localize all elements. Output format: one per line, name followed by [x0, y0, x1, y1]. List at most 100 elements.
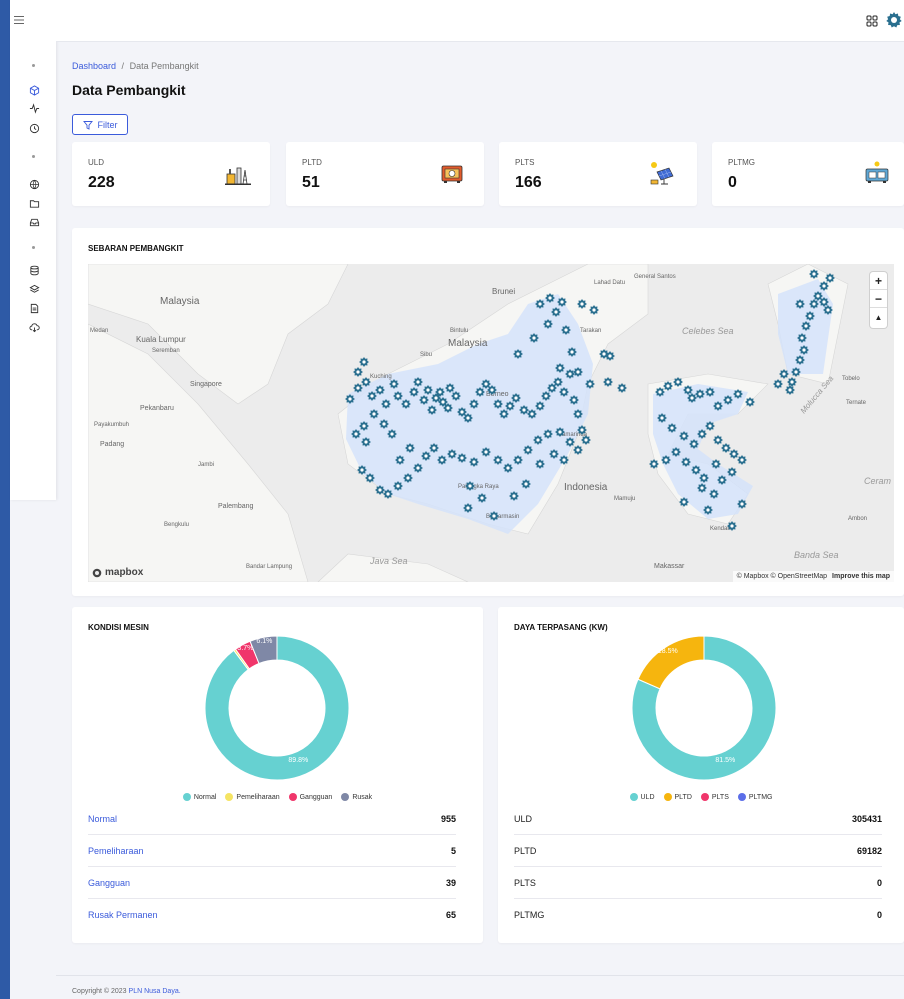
document-icon[interactable] — [28, 302, 40, 314]
plant-marker-icon[interactable] — [405, 443, 415, 453]
plant-marker-icon[interactable] — [513, 455, 523, 465]
plant-marker-icon[interactable] — [493, 399, 503, 409]
plant-marker-icon[interactable] — [413, 463, 423, 473]
database-icon[interactable] — [28, 264, 40, 276]
plant-marker-icon[interactable] — [521, 479, 531, 489]
legend-item-gangguan[interactable]: Gangguan — [288, 793, 332, 801]
plant-marker-icon[interactable] — [419, 395, 429, 405]
compass-button[interactable]: ▲ — [870, 308, 887, 326]
plant-marker-icon[interactable] — [475, 387, 485, 397]
plant-marker-icon[interactable] — [443, 403, 453, 413]
plant-marker-icon[interactable] — [351, 429, 361, 439]
mapbox-logo[interactable]: mapbox — [92, 567, 143, 578]
plant-marker-icon[interactable] — [499, 409, 509, 419]
plant-marker-icon[interactable] — [359, 421, 369, 431]
plant-marker-icon[interactable] — [359, 357, 369, 367]
plant-marker-icon[interactable] — [565, 369, 575, 379]
plant-marker-icon[interactable] — [779, 369, 789, 379]
plant-marker-icon[interactable] — [541, 391, 551, 401]
plant-marker-icon[interactable] — [505, 401, 515, 411]
plant-marker-icon[interactable] — [463, 413, 473, 423]
plant-marker-icon[interactable] — [819, 297, 829, 307]
plant-marker-icon[interactable] — [503, 463, 513, 473]
plant-marker-icon[interactable] — [791, 367, 801, 377]
plant-marker-icon[interactable] — [691, 465, 701, 475]
plant-marker-icon[interactable] — [795, 299, 805, 309]
plant-marker-icon[interactable] — [469, 457, 479, 467]
plant-marker-icon[interactable] — [551, 307, 561, 317]
plant-marker-icon[interactable] — [673, 377, 683, 387]
globe-icon[interactable] — [28, 178, 40, 190]
breadcrumb-dashboard-link[interactable]: Dashboard — [72, 61, 116, 71]
plant-marker-icon[interactable] — [357, 465, 367, 475]
plant-marker-icon[interactable] — [729, 449, 739, 459]
plant-marker-icon[interactable] — [589, 305, 599, 315]
plant-marker-icon[interactable] — [585, 379, 595, 389]
plant-marker-icon[interactable] — [581, 435, 591, 445]
apps-grid-icon[interactable] — [866, 14, 878, 27]
plant-marker-icon[interactable] — [787, 377, 797, 387]
zoom-out-button[interactable]: − — [870, 290, 887, 308]
plant-marker-icon[interactable] — [617, 383, 627, 393]
plant-marker-icon[interactable] — [723, 395, 733, 405]
plant-marker-icon[interactable] — [713, 401, 723, 411]
plant-marker-icon[interactable] — [569, 395, 579, 405]
plant-marker-icon[interactable] — [379, 419, 389, 429]
plant-marker-icon[interactable] — [559, 387, 569, 397]
plant-marker-icon[interactable] — [661, 455, 671, 465]
filter-button[interactable]: Filter — [72, 114, 128, 135]
plant-marker-icon[interactable] — [353, 367, 363, 377]
plant-marker-icon[interactable] — [365, 473, 375, 483]
plant-marker-icon[interactable] — [679, 497, 689, 507]
plant-marker-icon[interactable] — [561, 325, 571, 335]
plant-marker-icon[interactable] — [823, 305, 833, 315]
plant-marker-icon[interactable] — [549, 449, 559, 459]
plant-marker-icon[interactable] — [671, 447, 681, 457]
plant-marker-icon[interactable] — [605, 351, 615, 361]
plant-marker-icon[interactable] — [375, 485, 385, 495]
distribution-map[interactable]: Malaysia Kuala Lumpur Seremban Medan Sin… — [88, 264, 894, 582]
plant-marker-icon[interactable] — [727, 467, 737, 477]
plant-marker-icon[interactable] — [413, 377, 423, 387]
row-label-link[interactable]: Rusak Permanen — [88, 910, 158, 920]
plant-marker-icon[interactable] — [381, 399, 391, 409]
plant-marker-icon[interactable] — [655, 387, 665, 397]
plant-marker-icon[interactable] — [737, 455, 747, 465]
plant-marker-icon[interactable] — [533, 435, 543, 445]
plant-marker-icon[interactable] — [819, 281, 829, 291]
plant-marker-icon[interactable] — [709, 489, 719, 499]
plant-marker-icon[interactable] — [733, 389, 743, 399]
plant-marker-icon[interactable] — [477, 493, 487, 503]
row-label-link[interactable]: Pemeliharaan — [88, 846, 144, 856]
plant-marker-icon[interactable] — [713, 435, 723, 445]
plant-marker-icon[interactable] — [809, 299, 819, 309]
plant-marker-icon[interactable] — [465, 481, 475, 491]
plant-marker-icon[interactable] — [809, 269, 819, 279]
plant-marker-icon[interactable] — [457, 453, 467, 463]
plant-marker-icon[interactable] — [683, 385, 693, 395]
plant-marker-icon[interactable] — [361, 437, 371, 447]
plant-marker-icon[interactable] — [557, 297, 567, 307]
activity-icon[interactable] — [28, 102, 40, 114]
plant-marker-icon[interactable] — [797, 333, 807, 343]
plant-marker-icon[interactable] — [529, 333, 539, 343]
legend-item-pltd[interactable]: PLTD — [663, 793, 692, 801]
menu-icon[interactable] — [13, 14, 25, 26]
attribution-text[interactable]: © Mapbox © OpenStreetMap — [737, 573, 827, 580]
plant-marker-icon[interactable] — [667, 423, 677, 433]
plant-marker-icon[interactable] — [543, 429, 553, 439]
plant-marker-icon[interactable] — [657, 413, 667, 423]
plant-marker-icon[interactable] — [705, 421, 715, 431]
plant-marker-icon[interactable] — [711, 459, 721, 469]
plant-marker-icon[interactable] — [801, 321, 811, 331]
cloud-download-icon[interactable] — [28, 321, 40, 333]
plant-marker-icon[interactable] — [687, 393, 697, 403]
plant-marker-icon[interactable] — [383, 489, 393, 499]
plant-marker-icon[interactable] — [555, 427, 565, 437]
plant-marker-icon[interactable] — [389, 379, 399, 389]
plant-marker-icon[interactable] — [463, 503, 473, 513]
plant-marker-icon[interactable] — [773, 379, 783, 389]
plant-marker-icon[interactable] — [353, 383, 363, 393]
plant-marker-icon[interactable] — [493, 455, 503, 465]
plant-marker-icon[interactable] — [699, 473, 709, 483]
